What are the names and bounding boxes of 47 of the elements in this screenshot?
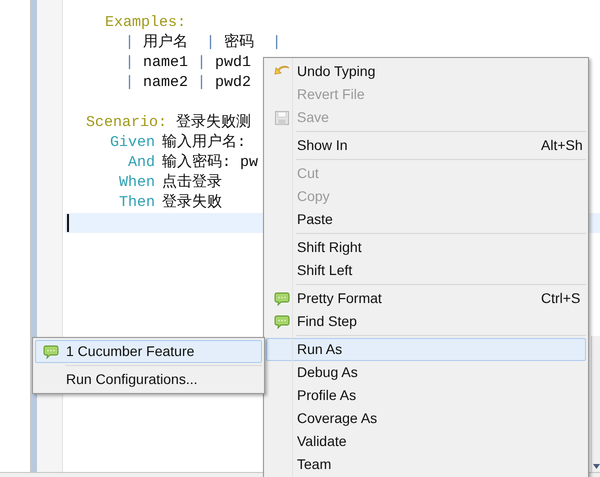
menu-item[interactable]: Undo Typing: [266, 60, 586, 83]
menu-item[interactable]: Paste: [266, 208, 586, 231]
speech-bubble-icon: [274, 292, 290, 306]
step-text: 点击登录: [162, 172, 222, 193]
step-keyword: Given: [108, 132, 155, 153]
menu-item[interactable]: Shift Left: [266, 259, 586, 282]
step-text: 登录失败: [162, 192, 222, 213]
step-keyword: And: [126, 152, 155, 173]
menu-item[interactable]: 1 Cucumber Feature: [35, 340, 262, 363]
pipe-separator: |: [125, 52, 134, 73]
pipe-separator: |: [206, 32, 216, 53]
step-keyword: When: [118, 172, 155, 193]
speech-bubble-icon: [43, 344, 59, 358]
table-cell-text: pwd1: [215, 52, 252, 73]
step-text: 输入密码: pw: [162, 152, 258, 173]
menu-item[interactable]: Team: [266, 453, 586, 476]
table-cell-text: name2: [143, 72, 188, 93]
speech-bubble-icon: [274, 314, 290, 328]
scrollbar[interactable]: [591, 336, 600, 472]
menu-item[interactable]: Debug As: [266, 361, 586, 384]
shortcut-label: Alt+Sh: [541, 137, 583, 153]
table-cell-text: pwd2: [215, 72, 252, 93]
pipe-separator: |: [197, 52, 206, 73]
menu-item[interactable]: Validate: [266, 430, 586, 453]
menu-item[interactable]: Coverage As: [266, 407, 586, 430]
pipe-separator: |: [125, 32, 134, 53]
menu-item[interactable]: Run As: [266, 338, 586, 361]
menu-item[interactable]: Show In Alt+Sh: [266, 134, 586, 157]
step-text: 输入用户名:: [162, 132, 246, 153]
menu-item[interactable]: Find Step: [266, 310, 586, 333]
keyword: Examples:: [105, 12, 186, 33]
shortcut-label: Ctrl+S: [541, 290, 580, 306]
pipe-separator: |: [272, 32, 282, 53]
menu-item[interactable]: Profile As: [266, 384, 586, 407]
down-arrow-icon[interactable]: [592, 464, 600, 469]
keyword: Scenario:: [86, 112, 168, 133]
pipe-separator: |: [197, 72, 206, 93]
pipe-separator: |: [125, 72, 134, 93]
text-cursor: [67, 214, 69, 232]
step-keyword: Then: [118, 192, 155, 213]
table-cell-text: 用户名: [143, 32, 190, 53]
table-cell-text: 密码: [224, 32, 256, 53]
table-cell-text: name1: [143, 52, 188, 73]
menu-item[interactable]: Shift Right: [266, 236, 586, 259]
menu-item[interactable]: Pretty Format Ctrl+S: [266, 287, 586, 310]
scenario-title: 登录失败测: [176, 112, 252, 133]
menu-item[interactable]: Run Configurations...: [35, 368, 262, 391]
